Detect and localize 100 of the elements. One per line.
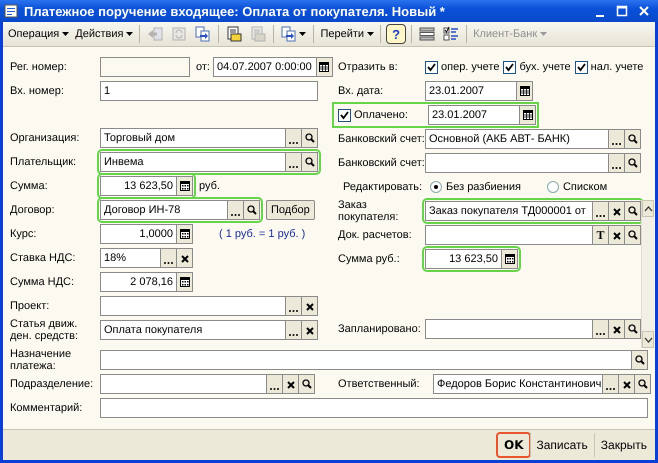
dialog-button[interactable]: Записать [530,433,594,457]
field-label: Проект: [10,300,50,312]
close-icon [612,324,622,334]
choose-button[interactable] [609,153,625,173]
input-field[interactable] [100,374,267,394]
rate-note: ( 1 руб. = 1 руб. ) [219,228,306,240]
input-field[interactable]: Оплата покупателя [100,320,286,340]
choose-button[interactable] [286,128,302,148]
help-button[interactable]: ? [386,24,406,44]
search-button[interactable] [625,319,641,339]
dialog-button[interactable]: Закрыть [594,433,653,457]
search-button[interactable] [299,374,315,394]
clear-button[interactable] [302,296,318,316]
choose-button[interactable] [603,374,619,394]
field-label: Банковский счет: [338,133,425,145]
close-icon [304,301,314,311]
calendar-button[interactable] [517,81,533,101]
input-field[interactable] [425,319,593,339]
choose-button[interactable] [161,248,177,268]
input-field[interactable]: 2 078,16 [100,272,177,292]
search-button[interactable] [244,200,260,220]
menu-button[interactable]: Действия [72,28,136,40]
input-field[interactable]: 13 623,50 [100,176,177,196]
input-field[interactable]: Заказ покупателя ТД000001 от [425,201,593,221]
scroll-down-button[interactable] [642,331,654,348]
document-icon [226,26,242,42]
choose-button[interactable] [228,200,244,220]
type-button[interactable]: T [593,225,609,245]
clear-button[interactable] [177,248,193,268]
input-field[interactable]: Инвема [100,152,286,172]
search-icon [246,205,256,215]
calculator-button[interactable] [502,249,518,269]
search-button[interactable] [632,350,648,370]
checkbox[interactable] [574,60,588,74]
clear-button[interactable] [609,225,625,245]
choose-button[interactable] [593,201,609,221]
input-field[interactable] [100,398,648,418]
input-field[interactable] [100,350,632,370]
choose-button[interactable] [593,319,609,339]
calculator-icon [504,254,514,264]
checkbox[interactable] [338,108,351,122]
clear-button[interactable] [619,374,635,394]
clear-button[interactable] [609,319,625,339]
scroll-up-button[interactable] [642,200,654,217]
choose-button[interactable] [286,296,302,316]
search-button[interactable] [635,374,651,394]
select-button[interactable]: Подбор [266,200,315,220]
search-button[interactable] [302,128,318,148]
clear-button[interactable] [283,374,299,394]
choose-button[interactable] [609,129,625,149]
input-field[interactable] [100,296,286,316]
input-field[interactable]: 23.01.2007 [425,81,517,101]
input-field[interactable]: 04.07.2007 0:00:00 [212,57,317,77]
input-field[interactable]: Федоров Борис Константинович [433,374,603,394]
scrollbar[interactable] [641,200,654,348]
radio-button[interactable] [546,181,559,193]
input-field[interactable] [425,153,609,173]
calculator-icon [180,229,190,239]
document-icon [4,4,18,18]
search-button[interactable] [625,225,641,245]
input-field[interactable]: 23.01.2007 [428,105,520,125]
search-button[interactable] [625,129,641,149]
field-label: Ставка НДС: [10,252,76,264]
choose-button[interactable] [267,374,283,394]
menu-button[interactable]: Операция [5,28,72,40]
radio-button[interactable] [430,181,442,193]
input-field[interactable]: Основной (АКБ АВТ- БАНК) [425,129,609,149]
input-field[interactable]: 1 [100,81,318,101]
checkbox-label: опер. учете [441,61,500,73]
dialog-button[interactable]: OK [497,433,530,457]
search-button[interactable] [302,152,318,172]
checkbox[interactable] [425,60,438,74]
field-label: Подразделение: [10,378,94,390]
calendar-button[interactable] [520,105,536,125]
calculator-button[interactable] [177,224,193,244]
field-label: Сумма НДС: [10,276,76,288]
calculator-button[interactable] [177,272,193,292]
choose-button[interactable] [286,152,302,172]
checkbox[interactable] [503,60,516,74]
search-button[interactable] [625,201,641,221]
search-button[interactable] [625,153,641,173]
close-icon [622,379,632,389]
input-field[interactable] [425,225,593,245]
clear-button[interactable] [609,201,625,221]
checkbox-label: бух. учете [519,61,571,73]
input-field[interactable]: 18% [100,248,161,268]
clear-button[interactable] [302,320,318,340]
field-label: Ответственный: [338,378,421,390]
choose-button[interactable] [286,320,302,340]
menu-button[interactable]: Перейти [317,28,378,40]
calendar-button[interactable] [316,57,333,77]
input-field[interactable]: Договор ИН-78 [100,200,228,220]
input-field[interactable]: Торговый дом [100,128,286,148]
input-field[interactable]: 13 623,50 [425,249,502,269]
input-field[interactable]: 1,0000 [100,224,177,244]
calculator-button[interactable] [177,176,193,196]
calendar-icon [520,86,530,96]
input-field[interactable] [100,57,190,77]
field-label: от: [196,61,210,73]
search-icon [628,158,638,168]
